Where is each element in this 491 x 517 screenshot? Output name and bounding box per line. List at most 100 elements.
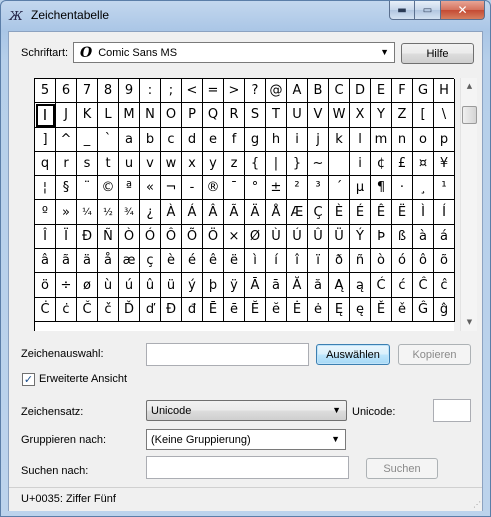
character-cell[interactable]: £	[392, 151, 413, 177]
character-cell[interactable]: U	[287, 103, 308, 128]
character-cell[interactable]: å	[98, 249, 119, 274]
unicode-input[interactable]	[433, 399, 471, 422]
character-cell[interactable]: č	[98, 297, 119, 322]
character-cell[interactable]: p	[434, 127, 455, 152]
character-cell[interactable]: ª	[119, 176, 140, 201]
character-cell[interactable]: ù	[98, 273, 119, 298]
character-cell[interactable]: ð	[329, 249, 350, 274]
character-cell[interactable]: B	[308, 79, 329, 104]
help-button[interactable]: Hilfe	[401, 43, 474, 64]
character-cell[interactable]: G	[413, 79, 434, 104]
character-cell[interactable]: Ā	[245, 273, 266, 298]
character-cell[interactable]: ç	[140, 249, 161, 274]
character-cell[interactable]: C	[329, 79, 350, 104]
charset-select[interactable]: Unicode ▼	[146, 400, 347, 421]
character-cell[interactable]: ď	[140, 297, 161, 322]
character-cell[interactable]: ×	[224, 224, 245, 250]
character-cell[interactable]: Ð	[77, 224, 98, 250]
character-cell[interactable]: þ	[203, 273, 224, 298]
character-cell[interactable]: }	[287, 151, 308, 177]
character-cell[interactable]: k	[329, 127, 350, 152]
character-cell[interactable]: ¦	[35, 176, 56, 201]
character-cell[interactable]: Æ	[287, 200, 308, 225]
character-cell[interactable]: f	[224, 127, 245, 152]
character-cell[interactable]	[329, 151, 350, 177]
close-button[interactable]: ✕	[441, 1, 485, 20]
character-cell[interactable]: æ	[119, 249, 140, 274]
character-cell[interactable]: 9	[119, 79, 140, 104]
minimize-button[interactable]: ▬	[389, 1, 415, 20]
character-cell[interactable]: I	[35, 103, 56, 128]
character-cell[interactable]: ò	[371, 249, 392, 274]
character-cell[interactable]: i	[287, 127, 308, 152]
advanced-view-checkbox[interactable]: ✓	[22, 373, 35, 386]
grid-scrollbar[interactable]: ▲ ▼	[460, 78, 477, 331]
character-cell[interactable]: »	[56, 200, 77, 225]
character-cell[interactable]: ^	[56, 127, 77, 152]
character-cell[interactable]: ö	[35, 273, 56, 298]
character-cell[interactable]: Ã	[224, 200, 245, 225]
character-cell[interactable]: Ė	[287, 297, 308, 322]
character-cell[interactable]: s	[77, 151, 98, 177]
character-cell[interactable]: º	[35, 200, 56, 225]
character-cell[interactable]: V	[308, 103, 329, 128]
character-cell[interactable]: ©	[98, 176, 119, 201]
character-cell[interactable]: Ä	[245, 200, 266, 225]
character-cell[interactable]: Z	[392, 103, 413, 128]
character-cell[interactable]: z	[224, 151, 245, 177]
character-cell[interactable]: Ć	[371, 273, 392, 298]
character-cell[interactable]: ę	[350, 297, 371, 322]
character-cell[interactable]: ²	[287, 176, 308, 201]
character-cell[interactable]: Â	[203, 200, 224, 225]
character-cell[interactable]: E	[371, 79, 392, 104]
character-cell[interactable]: ¨	[77, 176, 98, 201]
character-cell[interactable]: A	[287, 79, 308, 104]
character-cell[interactable]: ¢	[371, 151, 392, 177]
character-cell[interactable]: :	[140, 79, 161, 104]
character-cell[interactable]: ĉ	[434, 273, 455, 298]
character-cell[interactable]: è	[161, 249, 182, 274]
character-cell[interactable]: y	[203, 151, 224, 177]
character-cell[interactable]: â	[35, 249, 56, 274]
character-cell[interactable]: v	[140, 151, 161, 177]
character-cell[interactable]: ü	[161, 273, 182, 298]
character-cell[interactable]: ;	[161, 79, 182, 104]
character-cell[interactable]: Ď	[119, 297, 140, 322]
character-cell[interactable]: É	[350, 200, 371, 225]
character-cell[interactable]: ā	[266, 273, 287, 298]
character-cell[interactable]: |	[266, 151, 287, 177]
character-cell[interactable]: ñ	[350, 249, 371, 274]
character-cell[interactable]: a	[119, 127, 140, 152]
character-cell[interactable]: e	[203, 127, 224, 152]
character-cell[interactable]: é	[182, 249, 203, 274]
character-cell[interactable]: à	[413, 224, 434, 250]
character-cell[interactable]: ć	[392, 273, 413, 298]
character-cell[interactable]: D	[350, 79, 371, 104]
character-cell[interactable]: Ñ	[98, 224, 119, 250]
character-cell[interactable]: l	[350, 127, 371, 152]
character-cell[interactable]: Ü	[329, 224, 350, 250]
maximize-button[interactable]: ▭	[415, 1, 441, 20]
character-cell[interactable]: §	[56, 176, 77, 201]
character-cell[interactable]: d	[182, 127, 203, 152]
character-cell[interactable]: R	[224, 103, 245, 128]
character-cell[interactable]: ¤	[413, 151, 434, 177]
character-cell[interactable]: ê	[203, 249, 224, 274]
character-cell[interactable]: á	[434, 224, 455, 250]
character-cell[interactable]: Ô	[161, 224, 182, 250]
character-cell[interactable]: X	[350, 103, 371, 128]
group-by-select[interactable]: (Keine Gruppierung) ▼	[146, 429, 346, 450]
character-cell[interactable]: Ĕ	[245, 297, 266, 322]
character-cell[interactable]: q	[35, 151, 56, 177]
character-cell[interactable]: û	[140, 273, 161, 298]
character-cell[interactable]: ì	[245, 249, 266, 274]
character-cell[interactable]: Ý	[350, 224, 371, 250]
character-cell[interactable]: Ó	[140, 224, 161, 250]
scroll-down-icon[interactable]: ▼	[461, 314, 478, 331]
character-cell[interactable]: ß	[392, 224, 413, 250]
character-cell[interactable]: ¹	[434, 176, 455, 201]
character-cell[interactable]: Ę	[329, 297, 350, 322]
character-cell[interactable]: ¿	[140, 200, 161, 225]
copy-button[interactable]: Kopieren	[398, 344, 471, 365]
character-cell[interactable]: ă	[308, 273, 329, 298]
